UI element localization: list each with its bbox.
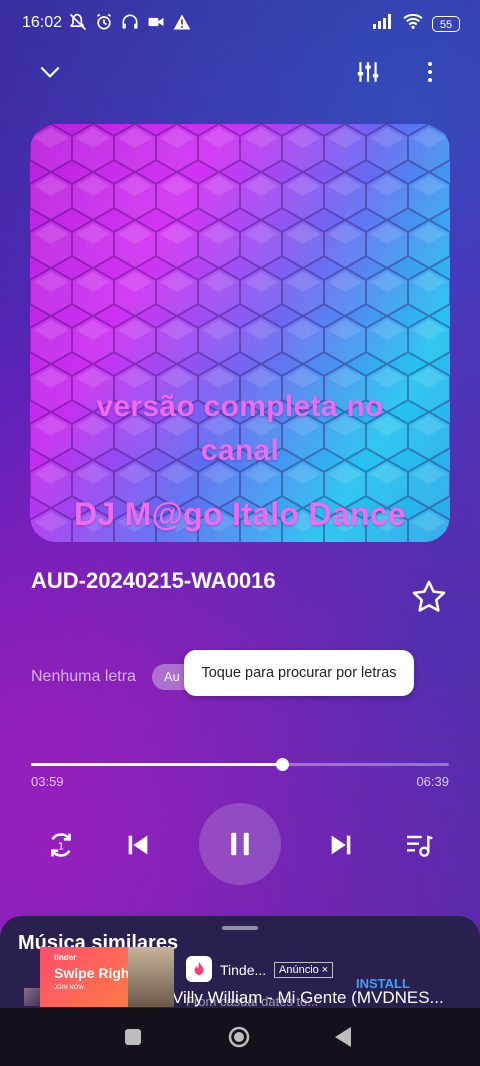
chevron-down-icon[interactable]: [30, 52, 70, 92]
equalizer-icon[interactable]: [348, 52, 388, 92]
duration-time: 06:39: [416, 774, 449, 789]
warning-icon: [172, 12, 192, 37]
mute-icon: [68, 12, 88, 37]
album-art-line-3: DJ M@go Italo Dance: [73, 496, 407, 532]
alarm-icon: [94, 12, 114, 37]
lyrics-tooltip[interactable]: Toque para procurar por letras: [184, 650, 414, 696]
headphones-icon: [120, 12, 140, 37]
album-art-line-1: versão completa no: [96, 390, 384, 423]
queue-icon[interactable]: [400, 826, 438, 864]
next-icon[interactable]: [322, 826, 360, 864]
back-icon[interactable]: [328, 1022, 358, 1052]
hexagon-pattern: [30, 124, 450, 542]
pause-button[interactable]: [199, 803, 281, 885]
repeat-one-icon[interactable]: 1: [42, 826, 80, 864]
system-nav-bar: [0, 1008, 480, 1066]
sheet-handle[interactable]: [222, 926, 258, 930]
signal-icon: [372, 12, 394, 35]
status-time: 16:02: [22, 14, 63, 31]
no-lyrics-label: Nenhuma letra: [31, 668, 136, 685]
track-title: AUD-20240215-WA0016: [31, 568, 276, 593]
tinder-logo-icon[interactable]: [186, 956, 212, 982]
ad-banner-image[interactable]: tinder Swipe Right JOIN NOW: [40, 947, 174, 1007]
video-camera-icon: [146, 12, 166, 37]
previous-icon[interactable]: [119, 826, 157, 864]
svg-text:1: 1: [58, 841, 64, 852]
more-vertical-icon[interactable]: [410, 52, 450, 92]
progress-thumb[interactable]: [275, 758, 289, 771]
pause-icon: [231, 832, 249, 856]
progress-fill: [31, 763, 282, 766]
ad-banner-photo: [128, 947, 174, 1007]
album-art-line-2: canal: [200, 434, 280, 467]
elapsed-time: 03:59: [31, 774, 64, 789]
home-icon[interactable]: [224, 1022, 254, 1052]
ad-app-name[interactable]: Tinde...: [220, 962, 266, 978]
album-art: versão completa no canal DJ M@go Italo D…: [30, 124, 450, 542]
ad-banner-headline: Swipe Right: [54, 965, 135, 981]
ad-install-button[interactable]: INSTALL: [356, 976, 410, 991]
player-top-bar: [0, 52, 480, 92]
status-bar: 16:02 55: [0, 0, 480, 46]
recents-icon[interactable]: [118, 1022, 148, 1052]
wifi-icon: [402, 12, 424, 35]
battery-icon: 55: [432, 15, 460, 32]
ad-description: From casual dates to...: [186, 994, 319, 1009]
progress-track[interactable]: [31, 758, 449, 771]
star-outline-icon[interactable]: [410, 578, 448, 616]
ad-banner-brand: tinder: [54, 953, 77, 962]
ad-badge[interactable]: Anúncio ×: [274, 962, 334, 978]
ad-banner-cta: JOIN NOW: [54, 985, 84, 991]
